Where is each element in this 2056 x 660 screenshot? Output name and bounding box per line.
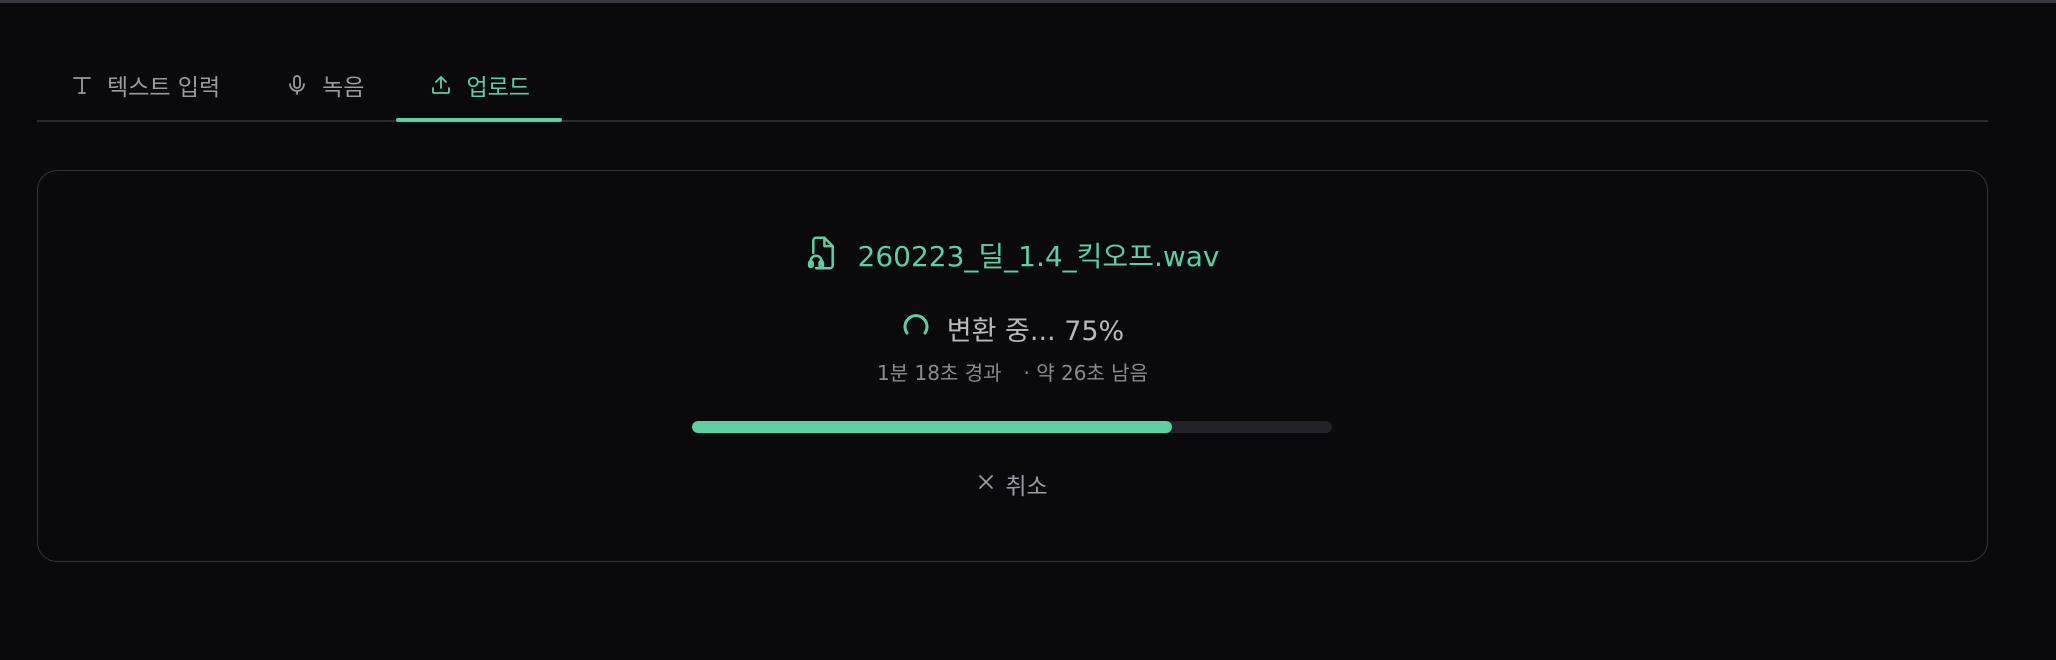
- top-divider: [0, 0, 2056, 3]
- audio-file-icon: [806, 235, 840, 275]
- progress-fill: [692, 421, 1172, 433]
- conversion-status: 변환 중... 75%: [38, 309, 1987, 348]
- spinner-icon: [901, 312, 931, 346]
- upload-icon: [428, 72, 454, 98]
- file-name: 260223_딜_1.4_킥오프.wav: [857, 240, 1220, 273]
- time-info: 1분 18초 경과 · 약 26초 남음: [38, 357, 1987, 386]
- close-icon: [977, 471, 995, 497]
- file-info: 260223_딜_1.4_킥오프.wav: [38, 235, 1987, 275]
- tab-label: 텍스트 입력: [107, 75, 221, 101]
- tab-label: 녹음: [322, 75, 365, 101]
- remaining-time: · 약 26초 남음: [1023, 361, 1148, 385]
- status-text: 변환 중... 75%: [946, 316, 1125, 347]
- cancel-row: 취소: [38, 467, 1987, 501]
- microphone-icon: [284, 72, 310, 98]
- tab-text-input[interactable]: 텍스트 입력: [37, 50, 252, 120]
- tab-label: 업로드: [466, 75, 530, 101]
- tab-upload[interactable]: 업로드: [396, 50, 563, 122]
- input-mode-tabs: 텍스트 입력 녹음 업로드: [37, 50, 1988, 122]
- cancel-label: 취소: [1005, 474, 1048, 500]
- text-icon: [69, 72, 95, 98]
- upload-card: 260223_딜_1.4_킥오프.wav 변환 중... 75% 1분 18초 …: [37, 170, 1988, 562]
- tab-recording[interactable]: 녹음: [252, 50, 396, 120]
- progress-bar: [692, 421, 1332, 433]
- cancel-button[interactable]: 취소: [977, 467, 1048, 501]
- elapsed-time: 1분 18초 경과: [877, 361, 1002, 385]
